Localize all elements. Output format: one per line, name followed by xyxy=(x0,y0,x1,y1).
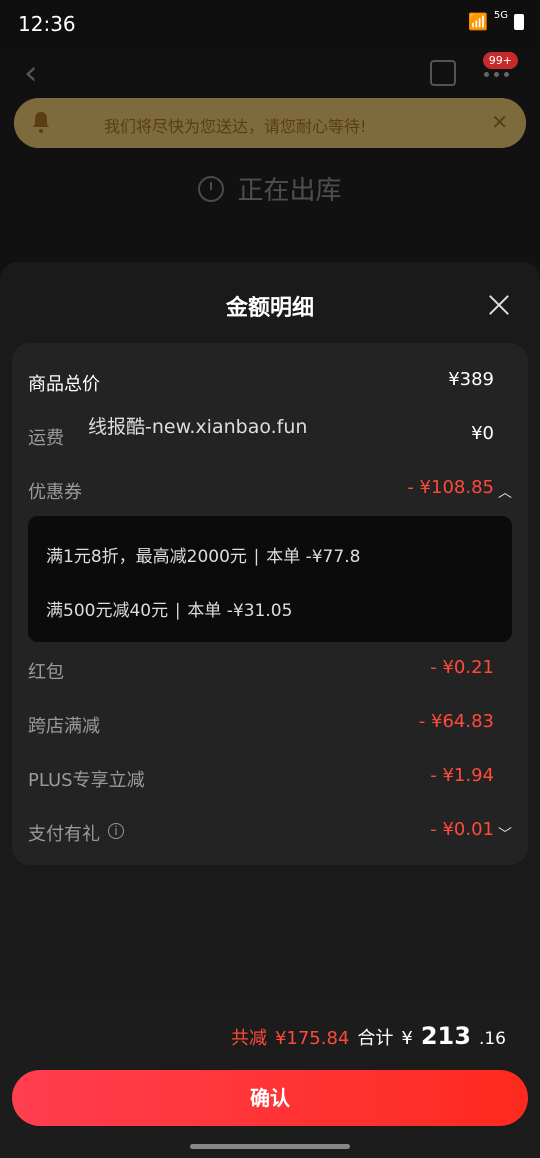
row-value: - ¥108.85 xyxy=(407,477,494,498)
clock-icon xyxy=(198,175,225,202)
chevron-down-icon[interactable]: ﹀ xyxy=(498,824,512,844)
row-label: PLUS专享立减 xyxy=(28,770,145,791)
coupon-detail-line: 满500元减40元 ∣ 本单 -¥31.05 xyxy=(46,601,293,621)
row-value: - ¥0.01 xyxy=(430,819,494,840)
row-value: ¥389 xyxy=(448,369,494,390)
status-time: 12:36 xyxy=(18,12,76,36)
row-value: ¥0 xyxy=(471,423,494,444)
total-main: 213 xyxy=(420,1022,471,1050)
bell-icon xyxy=(33,112,49,133)
order-status: 正在出库 xyxy=(0,170,540,220)
network-label: 5G xyxy=(493,10,508,21)
total-decimal: .16 xyxy=(478,1029,506,1049)
row-label: 红包 xyxy=(28,662,64,683)
total-currency: ¥ xyxy=(401,1028,413,1049)
row-plus: PLUS专享立减 - ¥1.94 xyxy=(28,761,512,795)
row-value: - ¥0.21 xyxy=(430,657,494,678)
close-icon[interactable] xyxy=(486,292,512,318)
row-value: - ¥1.94 xyxy=(430,765,494,786)
row-payment-gift[interactable]: 支付有礼 i - ¥0.01 ﹀ xyxy=(28,815,512,849)
wifi-icon: 📶 xyxy=(467,12,488,31)
row-label: 商品总价 xyxy=(28,374,100,395)
battery-icon xyxy=(514,13,524,30)
coupon-details: 满1元8折，最高减2000元 ∣ 本单 -¥77.8 满500元减40元 ∣ 本… xyxy=(28,516,512,642)
row-value: - ¥64.83 xyxy=(418,711,494,732)
sheet-title: 金额明细 xyxy=(225,296,314,321)
watermark: 线报酷-new.xianbao.fun xyxy=(88,416,308,438)
coupon-detail-line: 满1元8折，最高减2000元 ∣ 本单 -¥77.8 xyxy=(46,547,361,567)
share-icon[interactable] xyxy=(430,60,456,86)
row-cross-store: 跨店满减 - ¥64.83 xyxy=(28,707,512,741)
status-icons: 📶 5G xyxy=(467,10,524,31)
row-red-packet: 红包 - ¥0.21 xyxy=(28,653,512,687)
row-product-total: 商品总价 ¥389 xyxy=(28,365,512,399)
chevron-left-icon[interactable]: ‹ xyxy=(24,56,38,90)
price-summary: 共减 ¥175.84 合计 ¥ 213 .16 xyxy=(231,1022,506,1050)
bottom-bar: 共减 ¥175.84 合计 ¥ 213 .16 确认 xyxy=(0,1000,540,1158)
notice-text: 我们将尽快为您送达，请您耐心等待! xyxy=(104,117,367,136)
total-discount-label: 共减 xyxy=(230,1028,267,1049)
info-icon[interactable]: i xyxy=(108,823,124,839)
order-status-title: 正在出库 xyxy=(237,176,342,206)
confirm-button[interactable]: 确认 xyxy=(12,1070,528,1126)
home-indicator[interactable] xyxy=(190,1144,350,1149)
row-label: 优惠券 xyxy=(28,482,82,503)
delivery-notice: 我们将尽快为您送达，请您耐心等待! ✕ xyxy=(14,98,526,148)
row-coupon[interactable]: 优惠券 - ¥108.85 ︿ xyxy=(28,473,512,507)
row-label: 支付有礼 xyxy=(28,824,100,845)
notification-badge: 99+ xyxy=(482,52,518,69)
total-label: 合计 xyxy=(357,1028,394,1049)
nav-bar: ‹ 99+ xyxy=(0,48,540,104)
row-label: 运费 xyxy=(28,428,64,449)
chevron-up-icon[interactable]: ︿ xyxy=(498,482,512,502)
total-discount-value: ¥175.84 xyxy=(274,1028,350,1049)
status-bar: 12:36 📶 5G xyxy=(0,0,540,48)
close-icon[interactable]: ✕ xyxy=(491,110,508,134)
row-label: 跨店满减 xyxy=(28,716,100,737)
